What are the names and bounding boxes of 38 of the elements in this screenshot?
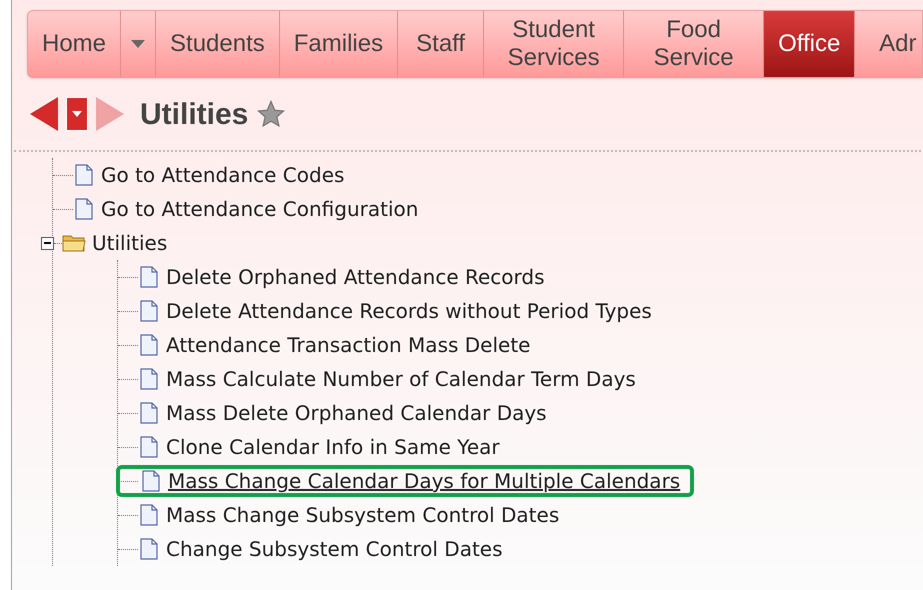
page-icon: [140, 300, 158, 322]
tree-link[interactable]: Clone Calendar Info in Same Year: [166, 432, 500, 462]
page-icon: [140, 402, 158, 424]
tree-link[interactable]: Delete Attendance Records without Period Types: [166, 296, 652, 326]
page-icon: [140, 334, 158, 356]
page-icon: [142, 470, 160, 492]
tree-link[interactable]: Go to Attendance Configuration: [101, 194, 418, 224]
tree-link[interactable]: Go to Attendance Codes: [101, 160, 344, 190]
tree-link[interactable]: Change Subsystem Control Dates: [166, 534, 503, 564]
tree-link[interactable]: Mass Change Calendar Days for Multiple Calendars: [168, 466, 680, 496]
tree-link[interactable]: Mass Change Subsystem Control Dates: [166, 500, 560, 530]
nav-tab[interactable]: Students: [156, 11, 280, 77]
folder-icon: [62, 233, 86, 253]
nav-tab[interactable]: Adr: [855, 11, 922, 77]
star-icon[interactable]: [256, 99, 286, 129]
caret-icon: [131, 40, 146, 48]
nav-tab[interactable]: Office: [764, 11, 856, 77]
page-icon: [140, 436, 158, 458]
page-title: Utilities: [140, 96, 248, 132]
tree-link[interactable]: Attendance Transaction Mass Delete: [166, 330, 530, 360]
page-icon: [75, 198, 93, 220]
nav-tab[interactable]: Staff: [398, 11, 484, 77]
history-dropdown-button[interactable]: [66, 97, 88, 131]
nav-tab[interactable]: Student Services: [484, 11, 624, 77]
caret-icon: [72, 111, 82, 117]
page-icon: [140, 368, 158, 390]
page-icon: [140, 538, 158, 560]
tree-link[interactable]: Delete Orphaned Attendance Records: [166, 262, 544, 292]
tree-link[interactable]: Mass Calculate Number of Calendar Term Days: [166, 364, 636, 394]
tree-link[interactable]: Mass Delete Orphaned Calendar Days: [166, 398, 547, 428]
tree-folder-label[interactable]: Utilities: [92, 228, 168, 258]
nav-tab[interactable]: Families: [280, 11, 398, 77]
collapse-toggle[interactable]: [41, 236, 54, 250]
page-icon: [140, 266, 158, 288]
page-icon: [140, 504, 158, 526]
back-arrow-icon[interactable]: [28, 95, 58, 133]
nav-tab[interactable]: Home: [28, 11, 122, 77]
page-icon: [75, 164, 93, 186]
